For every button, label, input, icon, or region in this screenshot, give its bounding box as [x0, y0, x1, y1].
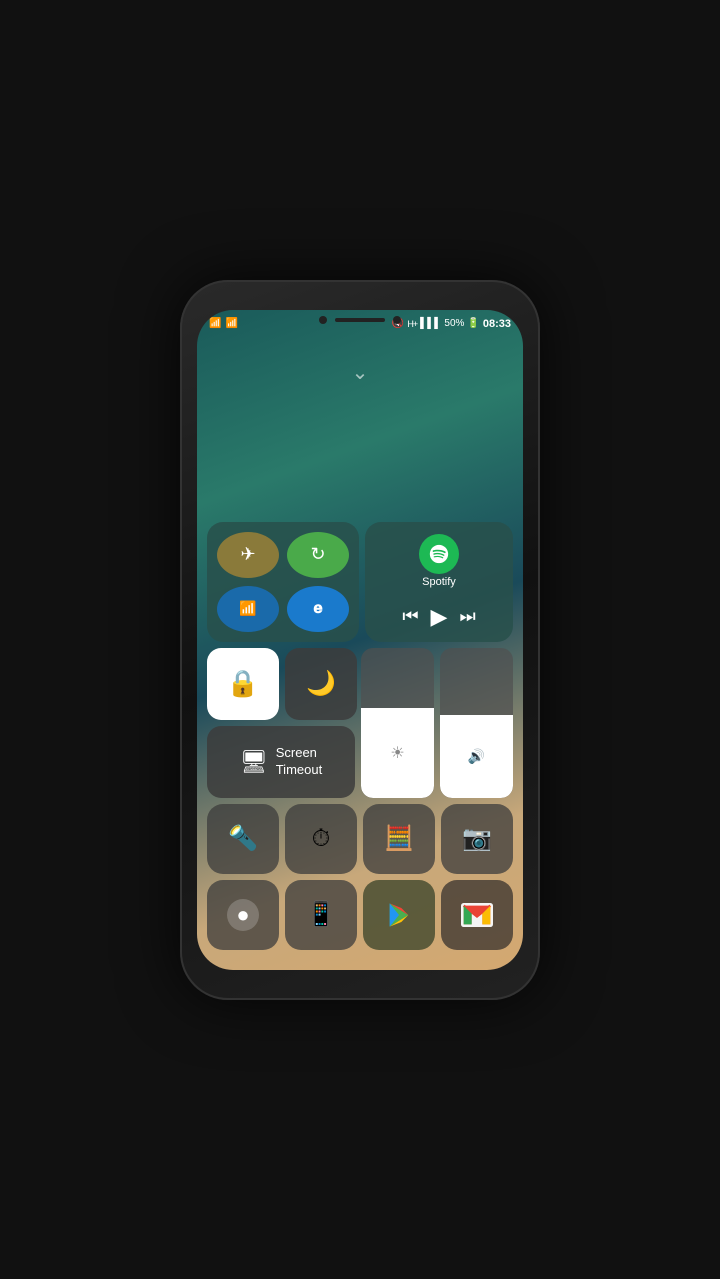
status-left-icons: 📶 📶	[209, 318, 238, 329]
play-store-button[interactable]	[363, 880, 435, 950]
status-right-icons: 🔇 H+ ▌▌▌ 50% 🔋 08:33	[392, 318, 511, 330]
timer-icon: ⏱	[312, 825, 331, 853]
do-not-disturb-button[interactable]: 🌙	[285, 648, 357, 720]
play-button[interactable]: ▶	[431, 604, 448, 630]
app-shortcuts-row1: 🔦 ⏱ 🧮 📷	[207, 804, 513, 874]
battery-percentage: 50%	[444, 318, 464, 329]
bixby-button[interactable]	[180, 530, 181, 570]
clock: 08:33	[483, 318, 511, 330]
previous-track-button[interactable]: ⏮	[402, 606, 418, 627]
main-controls-row: ✈ ↻ 📶 𝐞	[207, 522, 513, 642]
toggles-grid: ✈ ↻ 📶 𝐞	[207, 522, 359, 642]
brightness-slider-fill: ☀	[361, 708, 434, 798]
spotify-controls: ⏮ ▶ ⏭	[402, 604, 475, 630]
screen-record-button[interactable]: ●	[207, 880, 279, 950]
timer-button[interactable]: ⏱	[285, 804, 357, 874]
control-center: ✈ ↻ 📶 𝐞	[207, 522, 513, 950]
screen-timeout-button[interactable]: 🖥 ScreenTimeout	[207, 726, 355, 798]
signal-bars-icon: ▌▌▌	[420, 318, 441, 329]
lock-rotation-button[interactable]: 🔒	[207, 648, 279, 720]
front-camera	[319, 316, 327, 324]
screen-timeout-icon: 🖥	[240, 749, 268, 775]
next-track-button[interactable]: ⏭	[459, 606, 475, 627]
status-bar: 📶 📶 🔇 H+ ▌▌▌ 50% 🔋 08:33	[197, 310, 523, 338]
wifi-status-icon: 📶	[225, 318, 237, 329]
phone-screen: 📶 📶 🔇 H+ ▌▌▌ 50% 🔋 08:33 ⌄ ✈	[197, 310, 523, 970]
secondary-controls-row: 🔒 🌙 🖥 ScreenTimeout ☀	[207, 648, 513, 798]
activity-icon: 📶	[209, 318, 221, 329]
brightness-slider[interactable]: ☀	[361, 648, 434, 798]
chevron-down-icon[interactable]: ⌄	[352, 360, 369, 385]
flashlight-icon: 🔦	[228, 824, 258, 853]
app-shortcuts-row2: ● 📱	[207, 880, 513, 950]
auto-rotate-button[interactable]: ↻	[287, 532, 349, 578]
lock-rotation-icon: 🔒	[227, 668, 259, 699]
spotify-label: Spotify	[422, 576, 456, 588]
gmail-icon	[461, 901, 493, 929]
record-icon: ●	[227, 899, 259, 931]
data-plus-icon: H+	[407, 319, 417, 329]
moon-icon: 🌙	[306, 669, 336, 698]
sensor	[393, 316, 401, 324]
phone-notch	[319, 316, 401, 324]
phone-outer: 📶 📶 🔇 H+ ▌▌▌ 50% 🔋 08:33 ⌄ ✈	[180, 280, 540, 1000]
spotify-panel[interactable]: Spotify ⏮ ▶ ⏭	[365, 522, 513, 642]
bluetooth-toggle-button[interactable]: 𝐞	[287, 586, 349, 632]
volume-up-button[interactable]	[180, 440, 181, 470]
volume-slider-fill: 🔊	[440, 715, 513, 798]
brightness-icon: ☀	[390, 743, 404, 763]
earpiece-speaker	[335, 318, 385, 322]
camera-button[interactable]: 📷	[441, 804, 513, 874]
sliders-col: ☀ 🔊	[361, 648, 513, 798]
calculator-button[interactable]: 🧮	[363, 804, 435, 874]
airplane-mode-button[interactable]: ✈	[217, 532, 279, 578]
wifi-toggle-button[interactable]: 📶	[217, 586, 279, 632]
phone-mirror-icon: 📱	[306, 900, 336, 929]
gmail-button[interactable]	[441, 880, 513, 950]
volume-slider[interactable]: 🔊	[440, 648, 513, 798]
volume-icon: 🔊	[468, 748, 485, 765]
battery-icon: 🔋	[467, 318, 479, 329]
camera-icon: 📷	[462, 824, 492, 853]
spotify-logo-icon	[419, 534, 459, 574]
volume-down-button[interactable]	[180, 480, 181, 520]
play-store-icon	[385, 901, 413, 929]
phone-mirror-button[interactable]: 📱	[285, 880, 357, 950]
screen-timeout-label: ScreenTimeout	[276, 745, 322, 779]
power-button[interactable]	[539, 480, 540, 530]
flashlight-button[interactable]: 🔦	[207, 804, 279, 874]
calculator-icon: 🧮	[384, 824, 414, 853]
